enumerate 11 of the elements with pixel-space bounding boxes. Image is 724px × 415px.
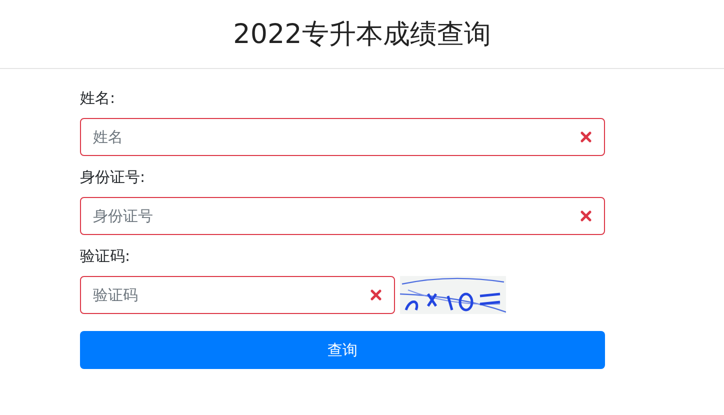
input-field[interactable]: 验证码 [80,276,395,314]
error-icon [370,289,382,301]
input-field[interactable]: 身份证号 [80,197,605,235]
error-icon [580,210,592,222]
field-label: 身份证号: [80,167,146,187]
error-icon [580,131,592,143]
page-title: 2022专升本成绩查询 [233,18,491,52]
field-label: 姓名: [80,88,116,108]
input-field[interactable]: 姓名 [80,118,605,156]
field-label: 验证码: [80,246,130,266]
query-button[interactable]: 查询 [80,331,605,369]
